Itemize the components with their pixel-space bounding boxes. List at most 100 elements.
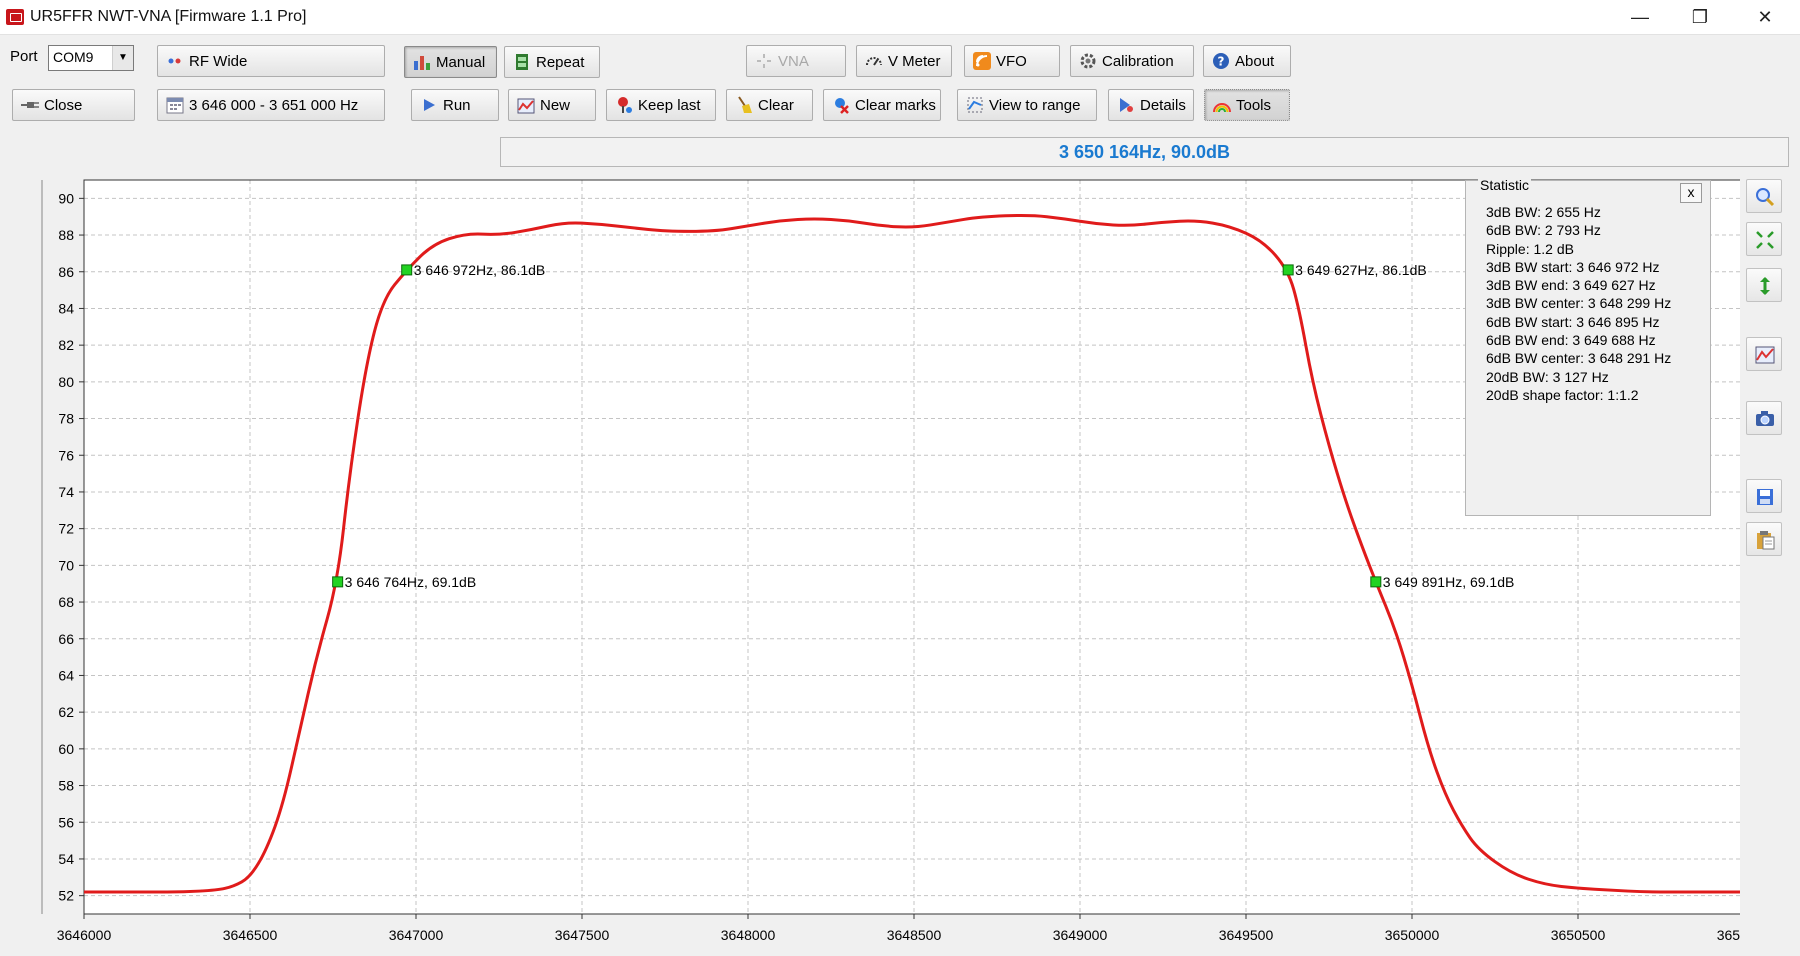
paste-icon [1755,530,1775,550]
clear-button[interactable]: Clear [726,89,813,121]
y-tick-label: 80 [58,374,74,390]
close-window-button[interactable]: ✕ [1735,0,1795,34]
paste-button[interactable] [1746,522,1782,556]
clear-marks-button[interactable]: Clear marks [823,89,941,121]
marker-label: 3 646 764Hz, 69.1dB [345,574,477,590]
save-icon [1755,487,1773,505]
y-tick-label: 74 [58,484,74,500]
restore-button[interactable]: ❐ [1670,0,1730,34]
close-port-label: Close [44,96,83,114]
port-label: Port [10,48,38,65]
svg-text:?: ? [1218,55,1225,69]
view-to-range-label: View to range [989,96,1081,114]
film-icon [513,53,531,71]
y-tick-label: 82 [58,337,74,353]
x-tick-label: 3650500 [1551,927,1606,943]
x-tick-label: 3649000 [1053,927,1108,943]
chart-view-button[interactable] [1746,337,1782,371]
y-tick-label: 78 [58,411,74,427]
gear-icon [1079,52,1097,70]
window-title: UR5FFR NWT-VNA [Firmware 1.1 Pro] [30,8,307,25]
repeat-button[interactable]: Repeat [504,46,600,78]
y-tick-label: 52 [58,888,74,904]
stat-line: 6dB BW: 2 793 Hz [1486,222,1601,239]
x-tick-label: 3647500 [555,927,610,943]
zoom-button[interactable] [1746,179,1782,213]
stat-line: Ripple: 1.2 dB [1486,240,1574,257]
port-select[interactable]: COM9 ▼ [48,45,134,71]
marker-point [332,576,344,588]
y-tick-label: 66 [58,631,74,647]
v-meter-button[interactable]: V Meter [856,45,952,77]
new-button[interactable]: New [508,89,596,121]
calibration-label: Calibration [1102,52,1174,70]
stat-line: 6dB BW start: 3 646 895 Hz [1486,313,1660,330]
vertical-scale-button[interactable] [1746,268,1782,302]
stat-line: 3dB BW start: 3 646 972 Hz [1486,258,1660,275]
spinner-icon [755,52,773,70]
x-tick-label: 3648500 [887,927,942,943]
run-label: Run [443,96,471,114]
stat-line: 20dB shape factor: 1:1.2 [1486,386,1639,403]
manual-label: Manual [436,53,486,71]
stat-line: 3dB BW end: 3 649 627 Hz [1486,277,1656,294]
manual-button[interactable]: Manual [404,46,497,78]
camera-icon [1755,409,1774,427]
x-tick-label: 3646500 [223,927,278,943]
y-tick-label: 64 [58,667,74,683]
calendar-icon [166,96,184,114]
stat-line: 6dB BW center: 3 648 291 Hz [1486,350,1672,367]
tools-button[interactable]: Tools [1204,89,1290,121]
x-tick-label: 3646000 [57,927,112,943]
vna-label: VNA [778,52,809,70]
help-icon: ? [1212,52,1230,70]
repeat-label: Repeat [536,53,585,71]
y-tick-label: 60 [58,741,74,757]
vertical-scale-icon [1755,276,1773,295]
vfo-button[interactable]: VFO [964,45,1060,77]
calibration-button[interactable]: Calibration [1070,45,1194,77]
close-port-button[interactable]: Close [12,89,135,121]
frequency-range-button[interactable]: 3 646 000 - 3 651 000 Hz [157,89,385,121]
pin-icon [615,96,633,114]
details-button[interactable]: Details [1108,89,1194,121]
statistic-close-button[interactable]: x [1680,183,1702,203]
statistic-title: Statistic [1478,177,1532,193]
signal-icon [973,52,991,70]
minimize-button[interactable]: — [1610,0,1670,34]
marker-point [1370,576,1382,588]
cursor-readout: 3 650 164Hz, 90.0dB [500,137,1789,167]
new-label: New [540,96,571,114]
clear-marks-icon [832,96,850,114]
y-tick-label: 86 [58,264,74,280]
bar-chart-icon [413,53,431,71]
view-to-range-button[interactable]: View to range [957,89,1097,121]
fit-view-icon [1755,230,1774,249]
x-tick-label: 3651000 [1717,927,1740,943]
chart-icon [1755,345,1775,364]
vna-button[interactable]: VNA [746,45,846,77]
run-button[interactable]: Run [411,89,499,121]
screenshot-button[interactable] [1746,401,1782,435]
details-icon [1117,96,1135,114]
statistic-lines: 3dB BW: 2 655 Hz 6dB BW: 2 793 Hz Ripple… [1486,203,1671,404]
frequency-range-label: 3 646 000 - 3 651 000 Hz [189,96,359,114]
y-tick-label: 70 [58,557,74,573]
stat-line: 3dB BW center: 3 648 299 Hz [1486,295,1672,312]
y-tick-label: 84 [58,300,74,316]
y-tick-label: 54 [58,851,74,867]
keep-last-button[interactable]: Keep last [606,89,716,121]
y-tick-label: 68 [58,594,74,610]
fit-view-button[interactable] [1746,222,1782,256]
save-button[interactable] [1746,479,1782,513]
rf-wide-button[interactable]: RF Wide [157,45,385,77]
marker-point [401,264,413,276]
chevron-down-icon[interactable]: ▼ [112,46,133,70]
marker-point [1282,264,1294,276]
x-tick-label: 3649500 [1219,927,1274,943]
rf-dots-icon [166,52,184,70]
tools-label: Tools [1236,96,1272,114]
about-button[interactable]: ? About [1203,45,1291,77]
view-range-icon [966,96,984,114]
details-label: Details [1140,96,1186,114]
